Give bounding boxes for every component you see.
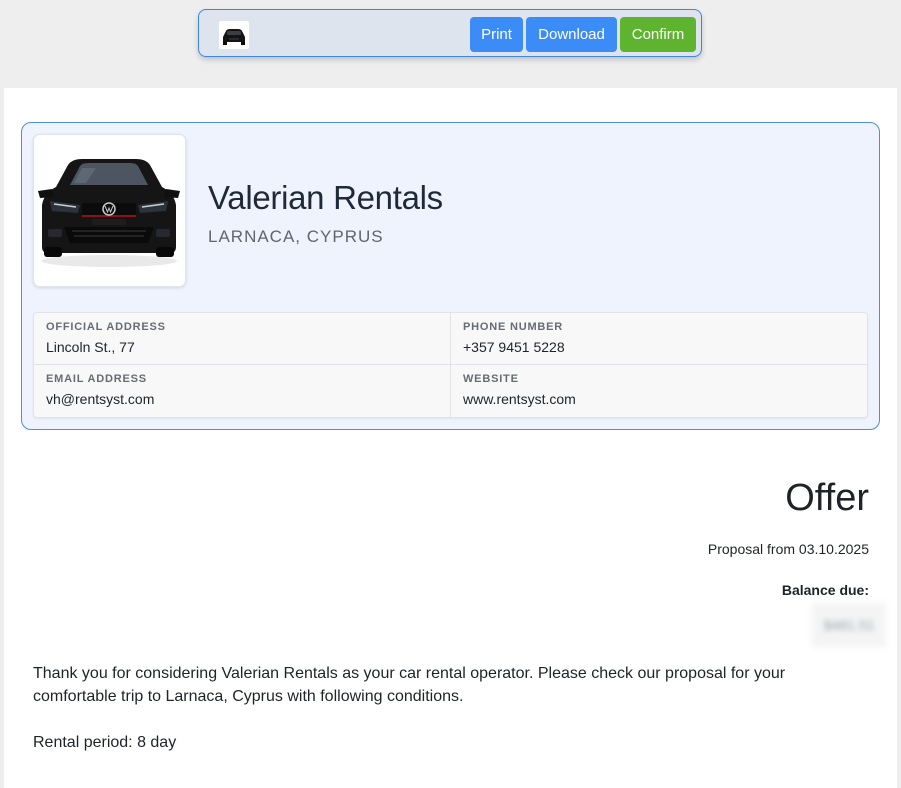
download-button[interactable]: Download bbox=[526, 17, 617, 52]
offer-title: Offer bbox=[785, 477, 869, 519]
company-info-grid: OFFICIAL ADDRESS Lincoln St., 77 PHONE N… bbox=[33, 312, 868, 418]
website-label: WEBSITE bbox=[463, 373, 519, 385]
official-address-value: Lincoln St., 77 bbox=[46, 339, 135, 355]
phone-number-value: +357 9451 5228 bbox=[463, 339, 565, 355]
company-name: Valerian Rentals bbox=[208, 179, 443, 216]
email-address-label: EMAIL ADDRESS bbox=[46, 373, 147, 385]
document-toolbar: Print Download Confirm bbox=[198, 9, 702, 57]
email-address-cell: EMAIL ADDRESS vh@rentsyst.com bbox=[34, 365, 451, 417]
website-cell: WEBSITE www.rentsyst.com bbox=[451, 365, 868, 417]
car-photo-icon bbox=[34, 135, 185, 286]
phone-number-cell: PHONE NUMBER +357 9451 5228 bbox=[451, 313, 868, 365]
car-thumbnail-icon bbox=[219, 21, 249, 49]
rental-period: Rental period: 8 day bbox=[33, 734, 177, 751]
company-card: Valerian Rentals LARNACA, CYPRUS OFFICIA… bbox=[21, 122, 880, 430]
balance-due-value: $481.51 bbox=[812, 603, 886, 647]
print-button[interactable]: Print bbox=[470, 17, 523, 52]
website-value: www.rentsyst.com bbox=[463, 391, 576, 407]
official-address-label: OFFICIAL ADDRESS bbox=[46, 321, 166, 333]
confirm-button[interactable]: Confirm bbox=[620, 17, 696, 52]
company-logo bbox=[33, 134, 186, 287]
official-address-cell: OFFICIAL ADDRESS Lincoln St., 77 bbox=[34, 313, 451, 365]
proposal-date: Proposal from 03.10.2025 bbox=[707, 541, 869, 557]
email-address-value: vh@rentsyst.com bbox=[46, 391, 155, 407]
offer-document: Valerian Rentals LARNACA, CYPRUS OFFICIA… bbox=[4, 88, 897, 788]
company-location: LARNACA, CYPRUS bbox=[208, 227, 384, 246]
balance-due-label: Balance due: bbox=[781, 582, 869, 598]
phone-number-label: PHONE NUMBER bbox=[463, 321, 564, 333]
intro-paragraph: Thank you for considering Valerian Renta… bbox=[33, 665, 786, 705]
